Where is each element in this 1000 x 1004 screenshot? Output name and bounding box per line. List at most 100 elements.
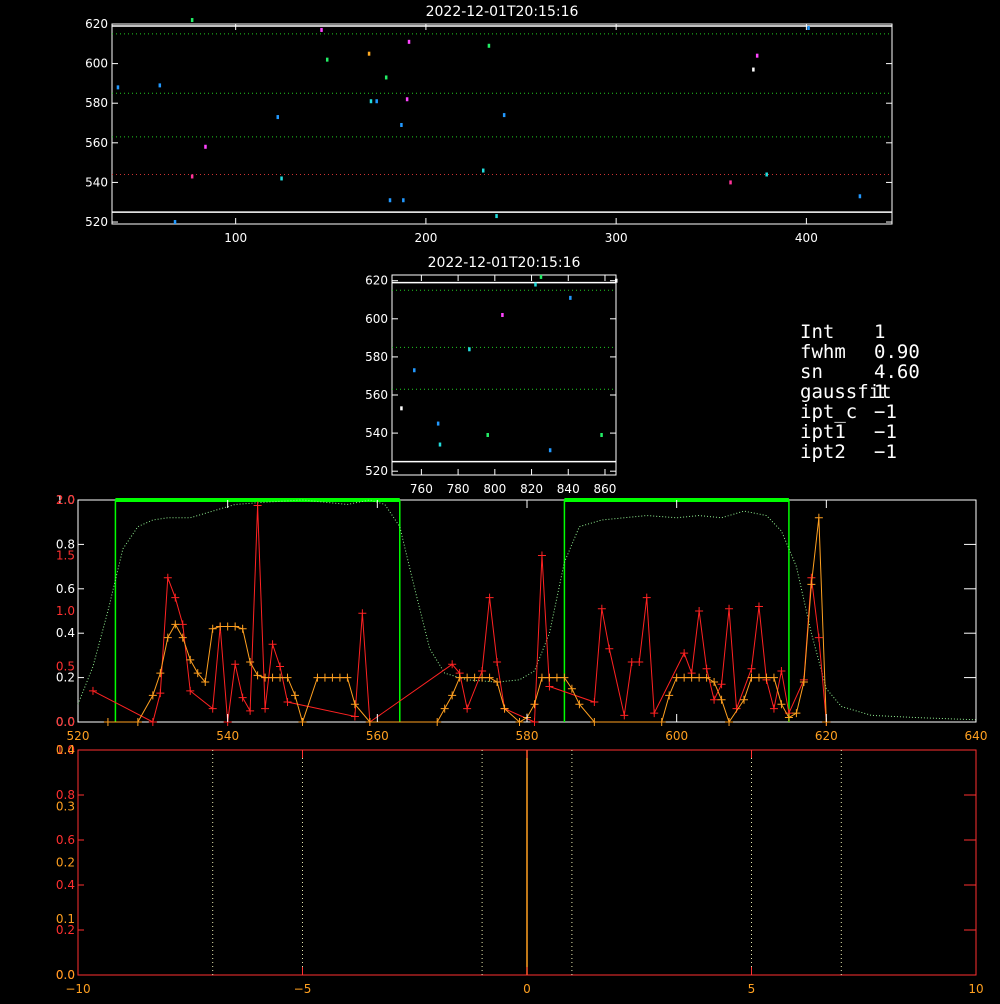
red-series-point — [777, 666, 786, 675]
panel4-ytick-label-orange: 0.4 — [56, 743, 75, 757]
info-value: 1 — [874, 321, 886, 343]
orange-series-point — [455, 673, 464, 682]
orange-series-point — [792, 709, 801, 718]
red-series-point — [642, 593, 651, 602]
red-series-point — [597, 604, 606, 613]
orange-series-point — [762, 673, 771, 682]
panel1-point — [116, 85, 120, 90]
orange-series-point — [298, 718, 307, 726]
red-series-point — [156, 689, 165, 698]
panel4-ytick-label-orange: 0.1 — [56, 912, 75, 926]
panel3-xtick-label: 640 — [965, 729, 988, 743]
orange-series-point — [530, 700, 539, 709]
panel1-point — [190, 18, 194, 23]
panel4-xtick-label: 0 — [523, 982, 531, 996]
panel4-ytick-label-orange: 0.2 — [56, 856, 75, 870]
orange-series-point — [133, 718, 142, 726]
orange-series-point — [537, 673, 546, 682]
panel2-xtick-label: 820 — [520, 482, 543, 496]
panel3-ytick-label: 0.6 — [56, 582, 75, 596]
orange-series-point — [725, 718, 734, 726]
panel3-xtick-label: 620 — [815, 729, 838, 743]
panel3-ytick-label: 0.4 — [56, 626, 75, 640]
red-series-point — [590, 698, 599, 707]
panel3-ytick-label-red: 0.0 — [56, 715, 75, 729]
red-series-point — [702, 664, 711, 673]
red-series-line — [92, 505, 827, 723]
orange-series-point — [320, 673, 329, 682]
red-series-point — [268, 640, 277, 649]
orange-series-point — [552, 673, 561, 682]
panel4-ytick-label-orange: 0.0 — [56, 968, 75, 982]
panel1-point — [765, 172, 768, 177]
panel1-point — [487, 43, 491, 48]
orange-series-point — [283, 673, 292, 682]
orange-series-point — [710, 678, 719, 687]
panel2-point — [468, 347, 471, 352]
red-series-point — [769, 704, 778, 713]
panel1-point — [755, 53, 759, 58]
red-series-point — [530, 718, 539, 726]
info-key: sn — [800, 361, 823, 383]
info-value: −1 — [874, 401, 897, 423]
orange-series-point — [657, 718, 666, 726]
panel1-point — [325, 57, 329, 62]
info-row-int: Int 1 — [800, 322, 990, 342]
panel2-ytick-label: 580 — [365, 350, 388, 364]
panel4-xtick-label: 5 — [748, 982, 756, 996]
info-key: fwhm — [800, 341, 846, 363]
orange-series-point — [560, 673, 569, 682]
orange-series-point — [171, 620, 180, 629]
panel1-title: 2022-12-01T20:15:16 — [426, 4, 579, 20]
panel1-ytick-label: 620 — [85, 17, 108, 31]
orange-series-point — [807, 580, 816, 589]
panel2-xtick-label: 860 — [594, 482, 617, 496]
panel1-point — [384, 75, 388, 80]
red-series-point — [148, 718, 157, 726]
panel4-xtick-label: −10 — [65, 982, 90, 996]
panel1-ytick-label: 560 — [85, 136, 108, 150]
orange-series-point — [103, 718, 112, 726]
panel1-xtick-label: 100 — [224, 231, 247, 245]
panel1-point — [173, 220, 177, 225]
orange-series-point — [784, 713, 793, 722]
orange-series-point — [717, 695, 726, 704]
orange-series-point — [328, 673, 337, 682]
info-row-ipt2: ipt2 −1 — [800, 442, 990, 462]
figure-canvas: 520 540 560 580 600 620 100 200 300 400 2022-12-01… — [0, 0, 1000, 1000]
orange-series-point — [156, 669, 165, 678]
panel2-ytick-label: 520 — [365, 464, 388, 478]
panel2-point — [539, 274, 543, 279]
orange-series-point — [448, 691, 457, 700]
panel2-xtick-label: 840 — [557, 482, 580, 496]
green-profile-line — [77, 499, 977, 721]
orange-series-point — [695, 673, 704, 682]
orange-series-point — [485, 673, 494, 682]
panel2-point — [600, 433, 603, 437]
panel2-point — [501, 313, 504, 317]
red-series-point — [163, 573, 172, 582]
panel3-frame — [77, 499, 977, 723]
panel2-ytick-label: 540 — [365, 426, 388, 440]
orange-series-point — [253, 671, 262, 680]
panel2-point — [413, 368, 416, 373]
orange-series-point — [433, 718, 442, 726]
orange-series-point — [814, 513, 823, 522]
panel1-xtick-label: 400 — [795, 231, 818, 245]
panel3-ytick-label-red: 1.0 — [56, 604, 75, 618]
panel3-ytick-label-red: 0.5 — [56, 660, 75, 674]
red-series-point — [276, 662, 285, 671]
orange-series-point — [223, 622, 232, 631]
red-series-point — [620, 711, 629, 720]
panel2-point — [534, 282, 537, 287]
panel2-point — [436, 421, 440, 426]
panel2-ytick-label: 620 — [365, 274, 388, 288]
panel3-ytick-label-red: 2.0 — [56, 493, 75, 507]
panel1-point — [495, 214, 498, 219]
info-value: −1 — [874, 421, 897, 443]
panel2-point — [400, 406, 403, 411]
red-series-point — [747, 664, 756, 673]
info-row-ipt1: ipt1 −1 — [800, 422, 990, 442]
info-key: gaussfit — [800, 381, 892, 403]
orange-series-point — [178, 633, 187, 642]
